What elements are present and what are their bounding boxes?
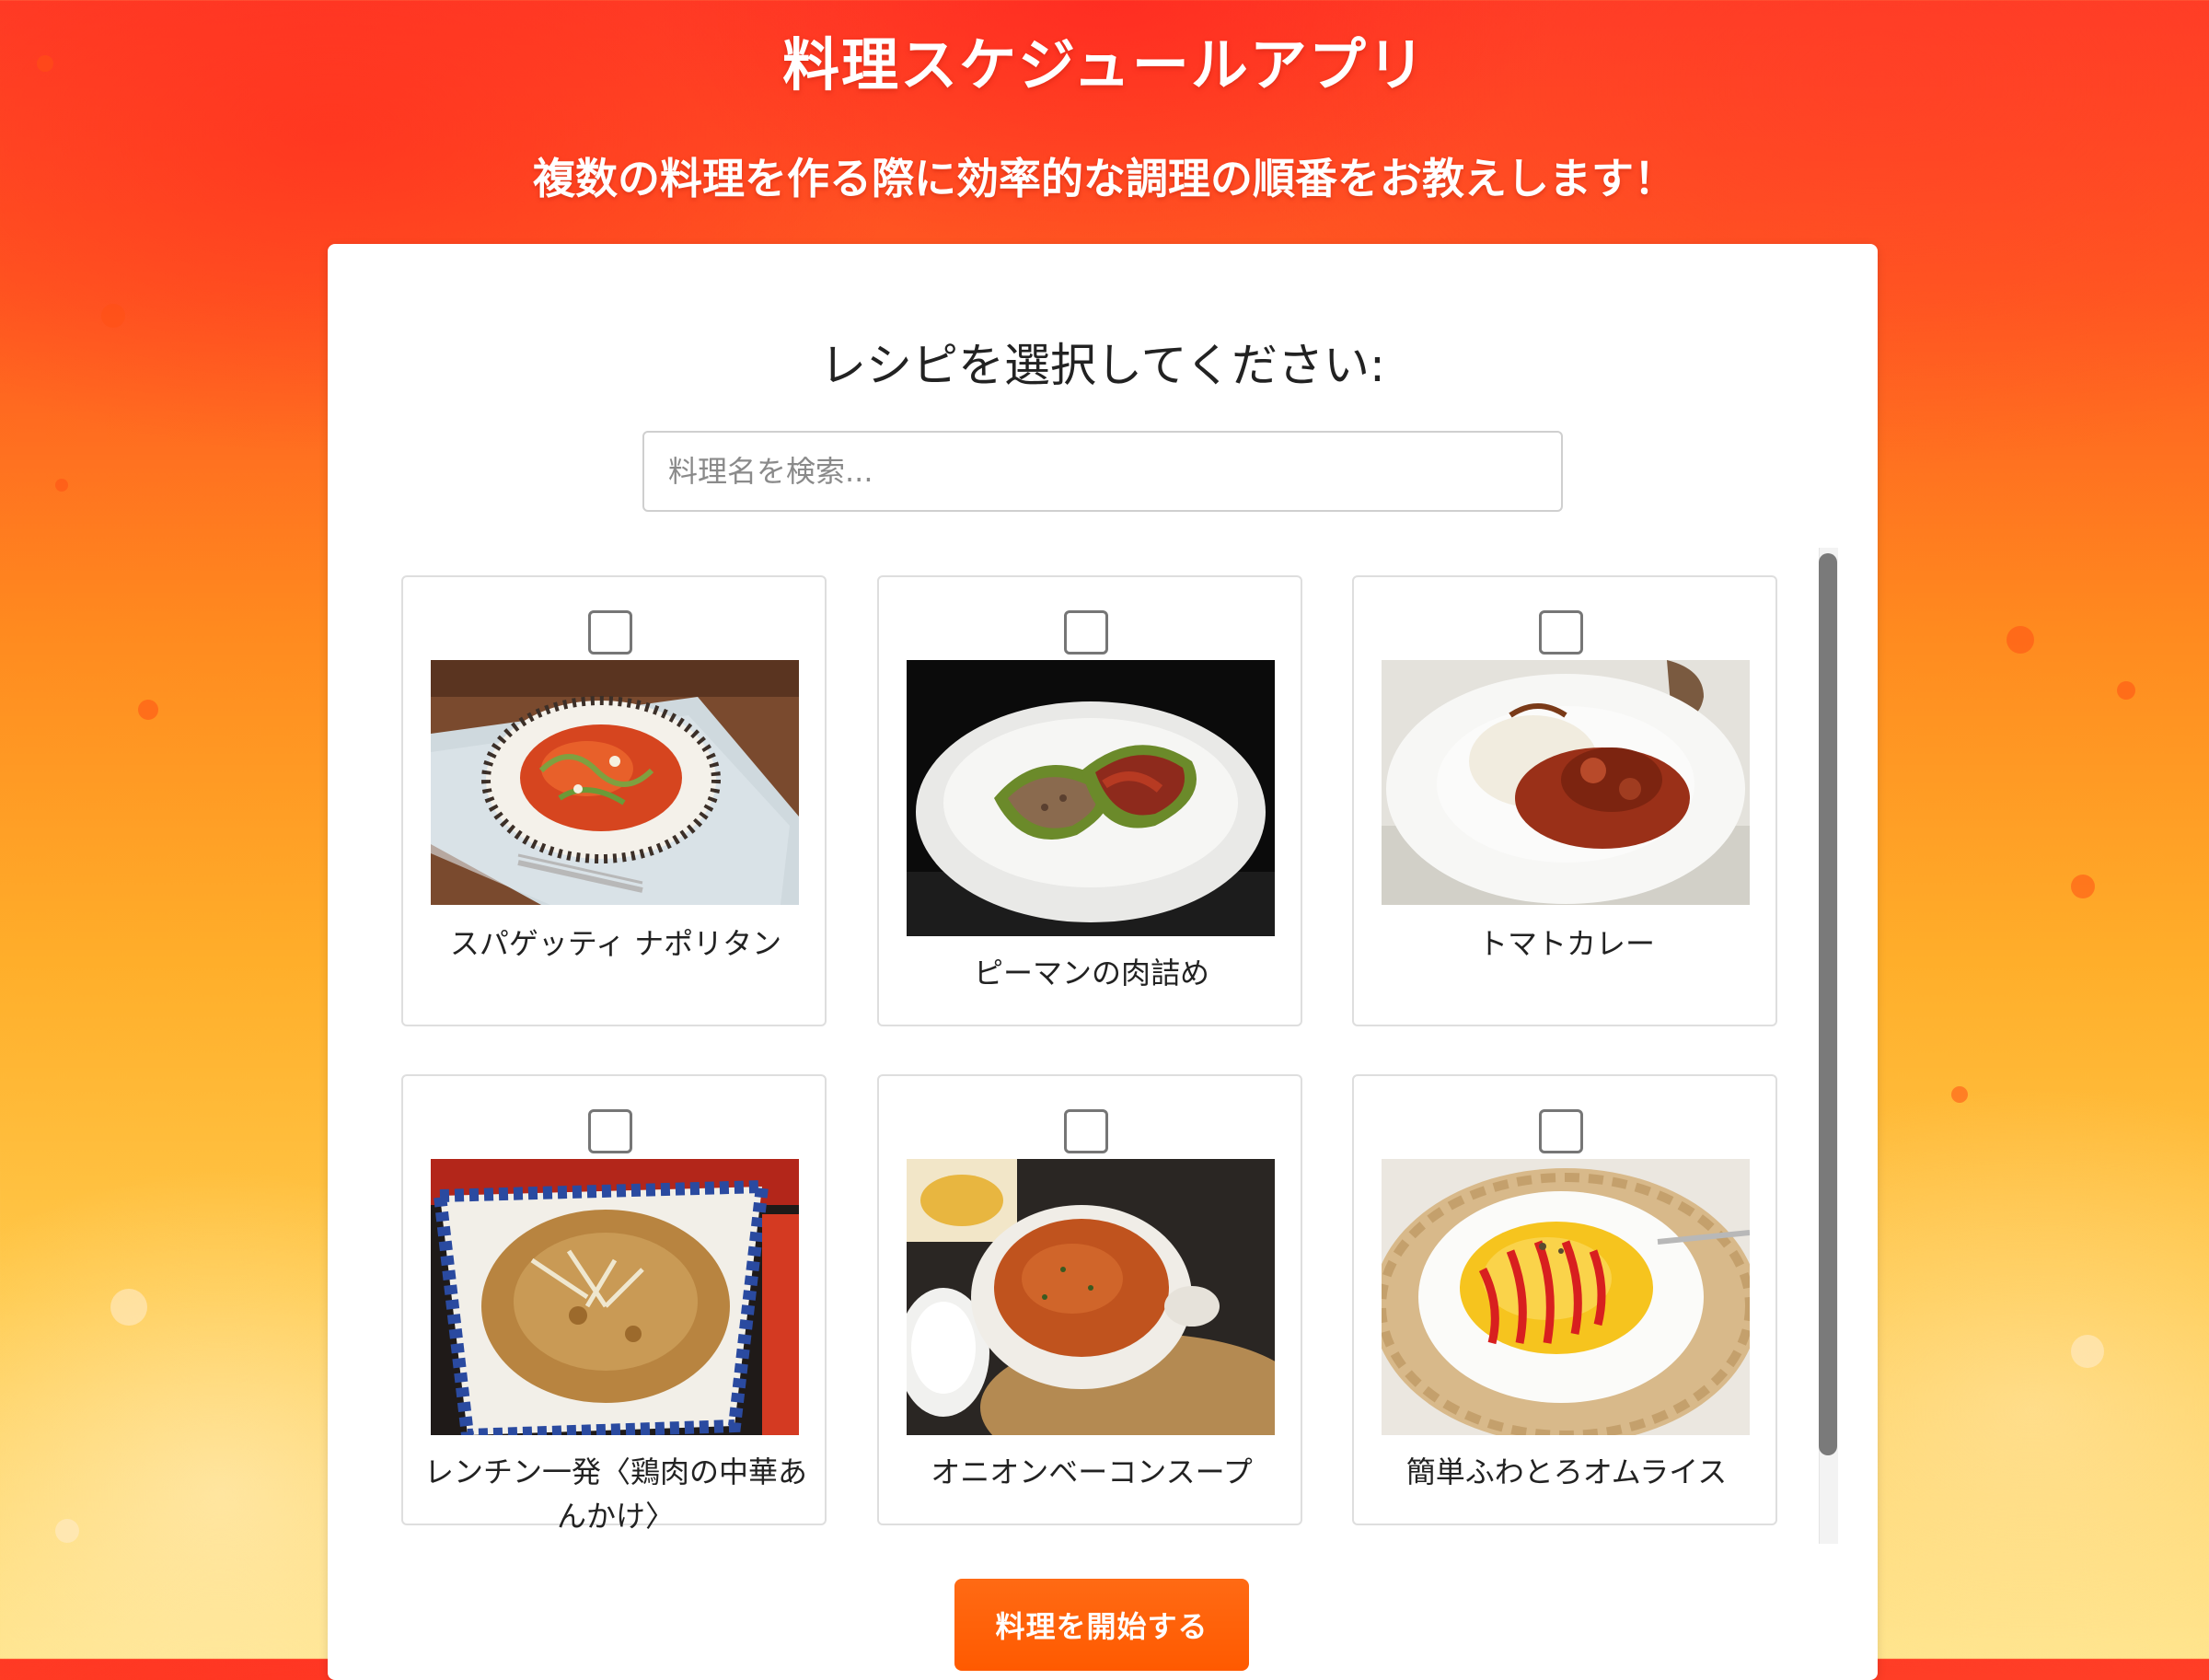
recipe-label: 簡単ふわとろオムライス xyxy=(1405,1454,1728,1489)
background-speck xyxy=(55,1519,79,1543)
background-speck xyxy=(2117,681,2135,700)
recipe-card-onion-soup[interactable]: オニオンベーコンスープ xyxy=(877,1074,1302,1525)
recipe-prompt: レシピを選択してください: xyxy=(820,339,1385,392)
background-speck xyxy=(2071,875,2095,898)
recipe-photo-tomato-curry xyxy=(1382,660,1750,905)
recipe-card-omurice[interactable]: 簡単ふわとろオムライス xyxy=(1352,1074,1777,1525)
recipe-card-tomato-curry[interactable]: トマトカレー xyxy=(1352,575,1777,1026)
app-subtitle: 複数の料理を作る際に効率的な調理の順番をお教えします！ xyxy=(533,154,1676,203)
background-speck xyxy=(138,700,158,720)
background-speck xyxy=(2007,626,2034,654)
recipe-label: スパゲッティ ナポリタン xyxy=(449,926,782,961)
recipe-photo-stuffed-pepper xyxy=(907,660,1275,936)
background-speck xyxy=(1951,1086,1968,1103)
recipe-card-chicken-ankake[interactable]: レンチン一発〈鶏肉の中華あんかけ〉 xyxy=(401,1074,827,1534)
background-speck xyxy=(101,304,125,328)
recipe-label: レンチン一発〈鶏肉の中華あんかけ〉 xyxy=(423,1454,807,1534)
recipe-photo-omurice xyxy=(1382,1159,1750,1435)
recipe-panel: レシピを選択してください: 料理名を検索... スパゲッティ ナポリタン ピーマ… xyxy=(328,244,1878,1680)
recipe-photo-onion-soup xyxy=(907,1159,1275,1435)
recipe-label: オニオンベーコンスープ xyxy=(931,1454,1253,1489)
recipe-grid[interactable]: スパゲッティ ナポリタン ピーマンの肉詰め トマトカレー レンチン一発〈鶏肉の中… xyxy=(383,548,1822,1544)
recipe-checkbox[interactable] xyxy=(1064,610,1108,655)
recipe-checkbox[interactable] xyxy=(588,1109,632,1153)
start-cooking-button[interactable]: 料理を開始する xyxy=(954,1579,1249,1671)
recipe-label: トマトカレー xyxy=(1477,926,1655,961)
background-speck xyxy=(2071,1335,2104,1368)
background-speck xyxy=(110,1289,147,1326)
recipe-checkbox[interactable] xyxy=(588,610,632,655)
recipe-label: ピーマンの肉詰め xyxy=(973,956,1209,991)
recipe-checkbox[interactable] xyxy=(1064,1109,1108,1153)
grid-scrollbar-thumb[interactable] xyxy=(1819,553,1837,1455)
background-speck xyxy=(55,479,68,492)
recipe-photo-chicken-ankake xyxy=(431,1159,799,1435)
recipe-card-napolitan[interactable]: スパゲッティ ナポリタン xyxy=(401,575,827,1026)
search-input[interactable] xyxy=(642,431,1563,512)
app-title: 料理スケジュールアプリ xyxy=(782,31,1427,98)
recipe-checkbox[interactable] xyxy=(1539,610,1583,655)
recipe-card-stuffed-pepper[interactable]: ピーマンの肉詰め xyxy=(877,575,1302,1026)
recipe-checkbox[interactable] xyxy=(1539,1109,1583,1153)
recipe-photo-napolitan xyxy=(431,660,799,905)
